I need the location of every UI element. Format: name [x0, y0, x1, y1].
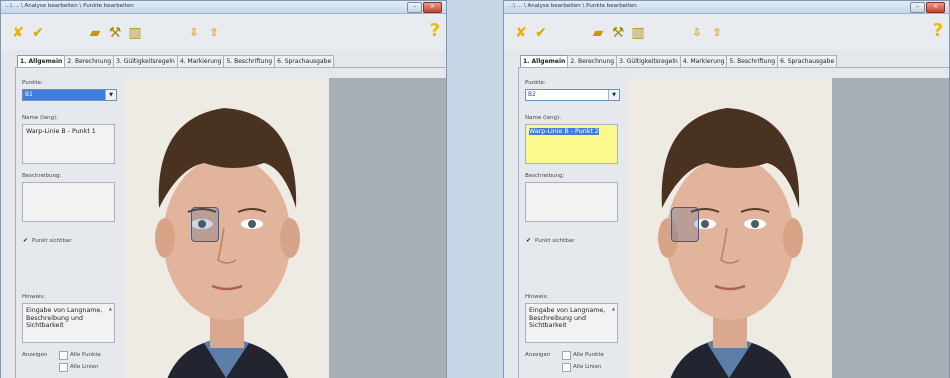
punkt-sichtbar-checkbox[interactable]: ✔: [525, 237, 532, 244]
alle-linien-label: Alle Linien: [70, 364, 99, 370]
beschreibung-field[interactable]: [22, 182, 115, 222]
folder-icon[interactable]: ▰: [590, 25, 606, 41]
punkt-sichtbar-label: Punkt sichtbar: [535, 238, 575, 244]
close-x-icon[interactable]: ✘: [513, 25, 529, 41]
dialog-window-right: ...\ ... \ Analyse bearbeiten \ Punkte b…: [503, 0, 950, 378]
minimize-button[interactable]: –: [910, 2, 925, 13]
name-label: Name (lang):: [525, 115, 561, 121]
tab-bar: 1. Allgemein 2. Berechnung 3. Gültigkeit…: [520, 55, 838, 68]
beschreibung-field[interactable]: [525, 182, 618, 222]
name-field-text: Warp-Linie B - Punkt 2: [529, 128, 611, 136]
arrow-up-icon[interactable]: ⇧: [709, 25, 725, 41]
point-marker[interactable]: [191, 207, 219, 242]
chevron-down-icon[interactable]: ▼: [608, 90, 619, 100]
anzeigen-label: Anzeigen: [525, 352, 551, 358]
folder-icon[interactable]: ▰: [87, 25, 103, 41]
punkt-sichtbar-checkbox[interactable]: ✔: [22, 237, 29, 244]
close-window-button[interactable]: ×: [926, 2, 945, 13]
name-field-value: Warp-Linie B - Punkt 1: [26, 128, 96, 135]
hinweis-label: Hinweis:: [525, 294, 549, 300]
alle-punkte-checkbox[interactable]: [59, 351, 68, 360]
arrow-up-icon[interactable]: ⇧: [206, 25, 222, 41]
toolbar: ✘ ✔ ▰ ⚒ ▥ ⇩ ⇧ ?: [504, 14, 949, 50]
beschreibung-label: Beschreibung:: [525, 173, 565, 179]
window-title: ...\ ... \ Analyse bearbeiten \ Punkte b…: [5, 3, 134, 9]
image-canvas[interactable]: [124, 78, 446, 378]
beschreibung-label: Beschreibung:: [22, 173, 62, 179]
point-marker[interactable]: [671, 207, 699, 242]
punkte-label: Punkte:: [525, 80, 546, 86]
help-question-icon[interactable]: ?: [930, 22, 946, 40]
help-question-icon[interactable]: ?: [427, 22, 443, 40]
title-bar: ...\ ... \ Analyse bearbeiten \ Punkte b…: [1, 1, 446, 14]
window-controls: – ×: [406, 2, 442, 13]
punkte-select[interactable]: B2 ▼: [525, 89, 620, 101]
name-label: Name (lang):: [22, 115, 58, 121]
checkmark-icon[interactable]: ✔: [533, 25, 549, 41]
alle-punkte-label: Alle Punkte: [573, 352, 604, 358]
dialog-window-left: ...\ ... \ Analyse bearbeiten \ Punkte b…: [0, 0, 447, 378]
punkte-select[interactable]: B1 ▼: [22, 89, 117, 101]
tab-bar: 1. Allgemein 2. Berechnung 3. Gültigkeit…: [17, 55, 335, 68]
name-field[interactable]: Warp-Linie B - Punkt 2: [525, 124, 618, 164]
arrow-down-icon[interactable]: ⇩: [689, 25, 705, 41]
hinweis-text: Eingabe von Langname, Beschreibung und S…: [22, 303, 115, 343]
hinweis-value: Eingabe von Langname, Beschreibung und S…: [26, 307, 105, 329]
selection-highlight: [23, 90, 105, 100]
close-window-button[interactable]: ×: [423, 2, 442, 13]
trash-icon[interactable]: ▥: [630, 25, 646, 41]
window-title: ...\ ... \ Analyse bearbeiten \ Punkte b…: [508, 3, 637, 9]
title-bar: ...\ ... \ Analyse bearbeiten \ Punkte b…: [504, 1, 949, 14]
toolbar: ✘ ✔ ▰ ⚒ ▥ ⇩ ⇧ ?: [1, 14, 446, 50]
punkte-select-value: B2: [528, 91, 536, 98]
hinweis-label: Hinweis:: [22, 294, 46, 300]
anzeigen-label: Anzeigen: [22, 352, 48, 358]
punkte-label: Punkte:: [22, 80, 43, 86]
wrench-icon[interactable]: ⚒: [610, 25, 626, 41]
punkte-select-value: B1: [25, 91, 33, 98]
image-canvas[interactable]: [627, 78, 949, 378]
window-controls: – ×: [909, 2, 945, 13]
checkmark-icon[interactable]: ✔: [30, 25, 46, 41]
punkt-sichtbar-label: Punkt sichtbar: [32, 238, 72, 244]
close-x-icon[interactable]: ✘: [10, 25, 26, 41]
scroll-up-icon[interactable]: ▲: [612, 306, 615, 311]
portrait-photo: [124, 78, 329, 378]
alle-linien-label: Alle Linien: [573, 364, 602, 370]
name-field[interactable]: Warp-Linie B - Punkt 1: [22, 124, 115, 164]
wrench-icon[interactable]: ⚒: [107, 25, 123, 41]
alle-punkte-checkbox[interactable]: [562, 351, 571, 360]
tab-panel-allgemein: Punkte: B1 ▼ Name (lang): Warp-Linie B -…: [15, 67, 446, 378]
trash-icon[interactable]: ▥: [127, 25, 143, 41]
minimize-button[interactable]: –: [407, 2, 422, 13]
alle-linien-checkbox[interactable]: [59, 363, 68, 372]
name-field-value: Warp-Linie B - Punkt 2: [529, 128, 599, 135]
alle-punkte-label: Alle Punkte: [70, 352, 101, 358]
chevron-down-icon[interactable]: ▼: [105, 90, 116, 100]
scroll-up-icon[interactable]: ▲: [109, 306, 112, 311]
hinweis-text: Eingabe von Langname, Beschreibung und S…: [525, 303, 618, 343]
tab-panel-allgemein: Punkte: B2 ▼ Name (lang): Warp-Linie B -…: [518, 67, 949, 378]
alle-linien-checkbox[interactable]: [562, 363, 571, 372]
portrait-photo: [627, 78, 832, 378]
arrow-down-icon[interactable]: ⇩: [186, 25, 202, 41]
hinweis-value: Eingabe von Langname, Beschreibung und S…: [529, 307, 608, 329]
